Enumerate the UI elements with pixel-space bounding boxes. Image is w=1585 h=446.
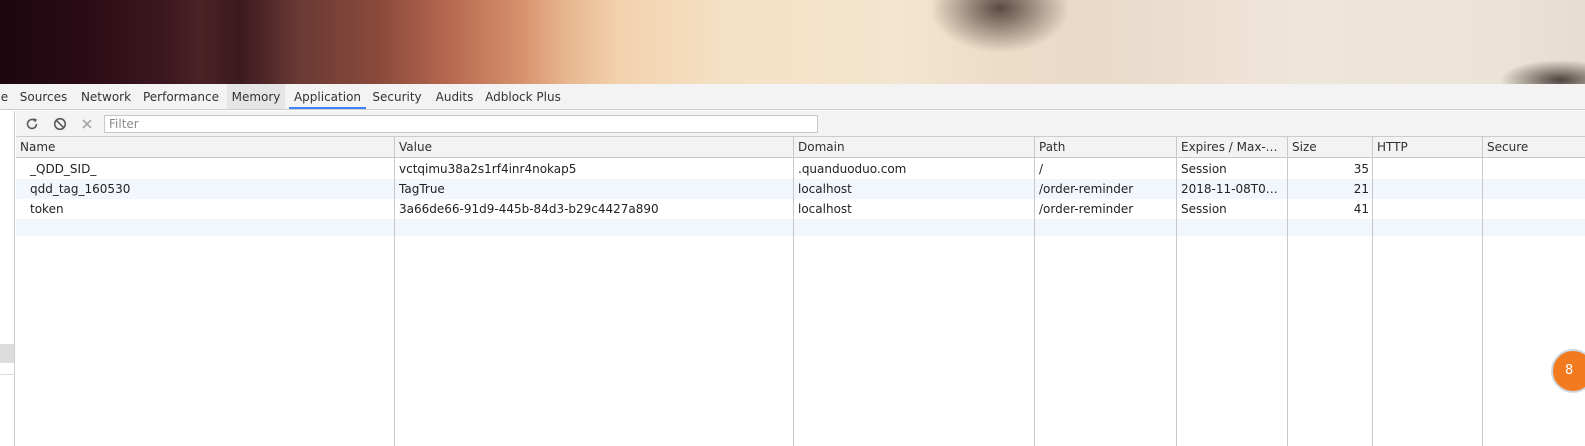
cell-domain: .quanduoduo.com [798,162,907,176]
delete-selected-icon [82,119,92,129]
refresh-icon [26,118,38,130]
cell-name: token [30,202,64,216]
column-divider[interactable] [793,137,794,446]
filter-input[interactable] [104,115,818,133]
cell-size: 35 [1353,162,1369,176]
devtools-tab-bar: e Sources Network Performance Memory App… [0,84,1585,110]
cell-domain: localhost [798,182,852,196]
column-divider[interactable] [1482,137,1483,446]
cell-http [1373,199,1483,219]
cell-path: / [1039,162,1044,176]
desktop-wallpaper [0,0,1585,84]
cell-expires: Session [1181,162,1227,176]
cell-path: /order-reminder [1039,182,1134,196]
header-name[interactable]: Name [16,137,394,158]
table-header: Name Value Domain Path Expires / Max-Age… [16,137,1585,158]
cell-value: TagTrue [399,182,445,196]
cell-expires: Session [1181,202,1227,216]
sidebar-divider [0,374,14,375]
tab-audits[interactable]: Audits [431,84,478,109]
cell-value: vctqimu38a2s1rf4inr4nokap5 [399,162,577,176]
cell-secure [1483,199,1585,219]
tab-adblock-plus[interactable]: Adblock Plus [484,84,562,109]
cell-http [1373,179,1483,199]
sidebar-selected-item[interactable] [0,344,14,363]
header-path[interactable]: Path [1035,137,1177,158]
table-row[interactable]: qdd_tag_160530 TagTrue localhost /order-… [16,179,1585,199]
cookies-table: Name Value Domain Path Expires / Max-Age… [16,137,1585,446]
cell-http [1373,159,1483,179]
cookies-toolbar [16,111,1585,137]
tab-sources[interactable]: Sources [17,84,70,109]
tab-memory[interactable]: Memory [227,84,285,109]
table-empty-row[interactable] [16,219,1585,236]
cell-secure [1483,159,1585,179]
column-divider[interactable] [1287,137,1288,446]
cell-secure [1483,179,1585,199]
delete-selected-button[interactable] [77,114,97,134]
header-secure[interactable]: Secure [1483,137,1585,158]
column-divider[interactable] [1176,137,1177,446]
clear-all-icon [53,117,67,131]
column-divider[interactable] [1372,137,1373,446]
cell-name: qdd_tag_160530 [30,182,131,196]
refresh-button[interactable] [22,114,42,134]
tab-console-partial[interactable]: e [0,84,9,109]
tab-performance[interactable]: Performance [141,84,221,109]
header-value[interactable]: Value [395,137,794,158]
table-row[interactable]: token 3a66de66-91d9-445b-84d3-b29c4427a8… [16,199,1585,219]
header-size[interactable]: Size [1288,137,1373,158]
cell-path: /order-reminder [1039,202,1134,216]
tab-application[interactable]: Application [289,84,366,109]
table-row[interactable]: _QDD_SID_ vctqimu38a2s1rf4inr4nokap5 .qu… [16,159,1585,179]
cell-size: 21 [1353,182,1369,196]
header-expires[interactable]: Expires / Max-Age [1177,137,1288,158]
cell-value: 3a66de66-91d9-445b-84d3-b29c4427a890 [399,202,659,216]
cell-size: 41 [1353,202,1369,216]
column-divider[interactable] [1034,137,1035,446]
column-divider[interactable] [394,137,395,446]
tab-security[interactable]: Security [370,84,424,109]
cell-domain: localhost [798,202,852,216]
header-http[interactable]: HTTP [1373,137,1483,158]
cell-expires: 2018-11-08T03:3... [1181,182,1288,196]
header-domain[interactable]: Domain [794,137,1035,158]
cell-name: _QDD_SID_ [30,162,97,176]
tab-network[interactable]: Network [77,84,135,109]
clear-all-button[interactable] [50,114,70,134]
application-sidebar-edge [0,111,15,446]
